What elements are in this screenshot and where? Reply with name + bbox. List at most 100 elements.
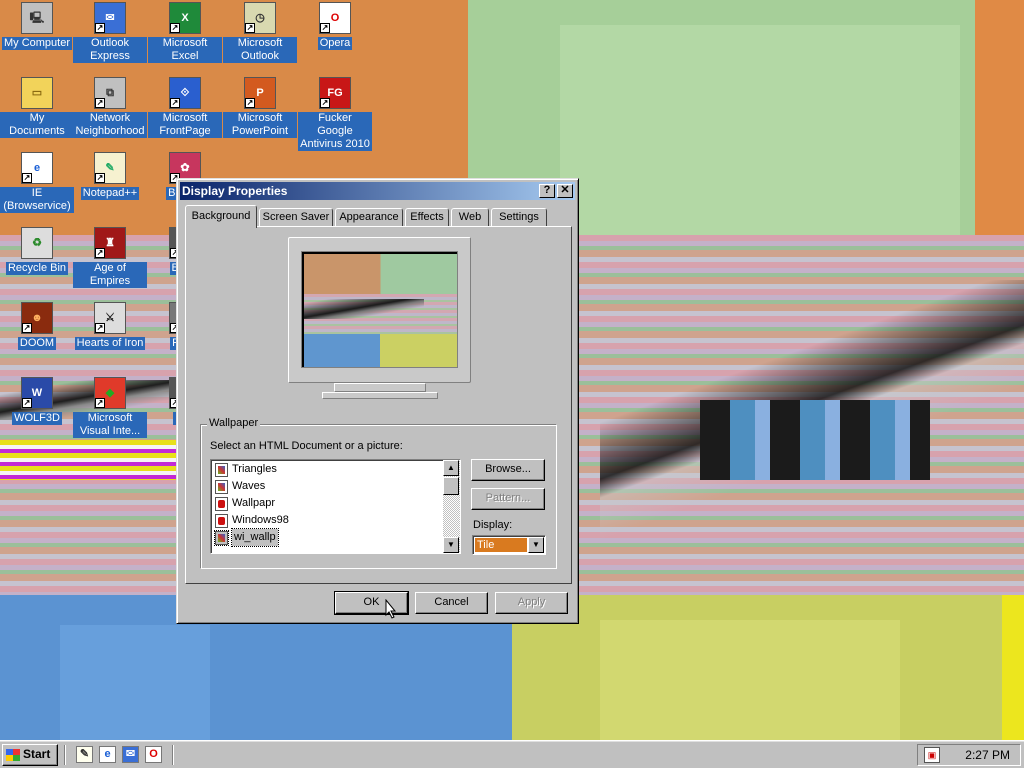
tab-settings[interactable]: Settings <box>491 208 547 227</box>
start-button[interactable]: Start <box>2 744 58 766</box>
desktop-icon[interactable]: ♻ Recycle Bin <box>0 227 74 275</box>
shortcut-arrow-icon: ↗ <box>95 23 105 33</box>
desktop-icon[interactable]: ✎ ↗ Notepad++ <box>73 152 147 200</box>
desktop-icon[interactable]: ✉ ↗ Outlook Express <box>73 2 147 63</box>
shortcut-arrow-icon: ↗ <box>245 23 255 33</box>
shortcut-arrow-icon: ↗ <box>95 98 105 108</box>
desktop-icon[interactable]: ⧉ ↗ Network Neighborhood <box>73 77 147 138</box>
desktop-icon-label: Opera <box>317 37 353 50</box>
desktop-icon[interactable]: ▭ My Documents <box>0 77 74 138</box>
frontpage-icon: ⟐ ↗ <box>169 77 201 109</box>
desktop-icon[interactable]: O ↗ Opera <box>298 2 372 50</box>
desktop-icon[interactable]: ☻ ↗ DOOM <box>0 302 74 350</box>
shortcut-arrow-icon: ↗ <box>22 398 32 408</box>
system-tray: ▣ 2:27 PM <box>917 744 1021 766</box>
show-desktop-icon[interactable]: ✎ <box>76 746 93 763</box>
mouse-cursor-icon <box>385 599 397 619</box>
tab-effects[interactable]: Effects <box>405 208 449 227</box>
list-item-label: Waves <box>232 480 266 492</box>
opera-icon[interactable]: O <box>145 746 162 763</box>
list-item[interactable]: Wallpapr <box>215 495 443 512</box>
desktop-icon-label: WOLF3D <box>12 412 62 425</box>
ok-button[interactable]: OK <box>334 591 409 615</box>
desktop-icon-label: Recycle Bin <box>5 262 69 275</box>
desktop-icon[interactable]: ♜ ↗ Age of Empires <box>73 227 147 288</box>
desktop-icon[interactable]: X ↗ Microsoft Excel <box>148 2 222 63</box>
list-item[interactable]: Triangles <box>215 461 443 478</box>
clock[interactable]: 2:27 PM <box>965 748 1010 762</box>
desktop-icon-label: Microsoft Visual Inte... <box>73 412 147 438</box>
recycle-bin-icon: ♻ <box>21 227 53 259</box>
list-item[interactable]: wi_wallp <box>214 528 443 547</box>
shortcut-arrow-icon: ↗ <box>22 173 32 183</box>
desktop-icon[interactable]: W ↗ WOLF3D <box>0 377 74 425</box>
shortcut-arrow-icon: ↗ <box>95 173 105 183</box>
desktop-icon-label: DOOM <box>17 337 57 350</box>
taskbar-divider <box>172 745 174 765</box>
list-item-label: Wallpapr <box>232 497 275 509</box>
list-item-label: wi_wallp <box>231 528 279 547</box>
dropdown-arrow-icon[interactable]: ▼ <box>528 537 544 553</box>
list-scrollbar[interactable]: ▲ ▼ <box>443 460 460 553</box>
desktop-icon[interactable]: FG ↗ Fucker Google Antivirus 2010 <box>298 77 372 151</box>
desktop-icon-label: Age of Empires <box>73 262 147 288</box>
cancel-button[interactable]: Cancel <box>415 592 488 614</box>
html-file-icon <box>215 513 228 528</box>
picture-file-icon <box>215 462 228 477</box>
internet-explorer-icon: e ↗ <box>21 152 53 184</box>
tab-appearance[interactable]: Appearance <box>335 208 403 227</box>
desktop-icon[interactable]: 🖳 My Computer <box>0 2 74 50</box>
scroll-down-button[interactable]: ▼ <box>443 537 459 553</box>
monitor-stand <box>322 392 438 399</box>
tray-volume-icon[interactable]: ▣ <box>924 747 940 763</box>
desktop-icon[interactable]: ◆ ↗ Microsoft Visual Inte... <box>73 377 147 438</box>
help-button[interactable]: ? <box>539 184 555 198</box>
desktop-icon-label: Microsoft FrontPage <box>148 112 222 138</box>
desktop-icon-label: IE (Browservice) <box>0 187 74 213</box>
shortcut-arrow-icon: ↗ <box>320 98 330 108</box>
shortcut-arrow-icon: ↗ <box>245 98 255 108</box>
title-bar[interactable]: Display Properties ? ✕ <box>180 182 575 200</box>
tab-web[interactable]: Web <box>451 208 489 227</box>
desktop-icon-label: Hearts of Iron <box>74 337 146 350</box>
browse-button[interactable]: Browse... <box>471 459 545 481</box>
desktop-icon-label: Fucker Google Antivirus 2010 <box>298 112 372 151</box>
ie-icon[interactable]: e <box>99 746 116 763</box>
desktop-icon-label: Notepad++ <box>80 187 140 200</box>
opera-icon: O ↗ <box>319 2 351 34</box>
visual-interdev-icon: ◆ ↗ <box>94 377 126 409</box>
desktop-icon[interactable]: ⟐ ↗ Microsoft FrontPage <box>148 77 222 138</box>
display-select-value: Tile <box>475 538 527 552</box>
desktop-icon-label: My Computer <box>1 37 73 50</box>
network-icon: ⧉ ↗ <box>94 77 126 109</box>
scroll-thumb[interactable] <box>443 477 459 495</box>
outlook-express-icon: ✉ ↗ <box>94 2 126 34</box>
desktop-icon[interactable]: P ↗ Microsoft PowerPoint <box>223 77 297 138</box>
shortcut-arrow-icon: ↗ <box>95 398 105 408</box>
tab-screen-saver[interactable]: Screen Saver <box>259 208 333 227</box>
wallpaper-group-label: Wallpaper <box>207 417 261 429</box>
windows-logo-icon <box>6 749 20 761</box>
monitor-preview <box>288 237 471 383</box>
scroll-up-button[interactable]: ▲ <box>443 460 459 476</box>
display-select[interactable]: Tile ▼ <box>472 535 546 555</box>
list-item[interactable]: Windows98 <box>215 512 443 529</box>
apply-button[interactable]: Apply <box>495 592 568 614</box>
desktop-icon[interactable]: ⚔ ↗ Hearts of Iron <box>73 302 147 350</box>
close-button[interactable]: ✕ <box>557 184 573 198</box>
desktop-icon[interactable]: ◷ ↗ Microsoft Outlook <box>223 2 297 63</box>
outlook-express-icon[interactable]: ✉ <box>122 746 139 763</box>
display-label: Display: <box>473 519 513 531</box>
hearts-of-iron-icon: ⚔ ↗ <box>94 302 126 334</box>
desktop-icon-label: Microsoft Outlook <box>223 37 297 63</box>
select-label: Select an HTML Document or a picture: <box>210 440 403 452</box>
list-item[interactable]: Waves <box>215 478 443 495</box>
desktop-icon[interactable]: e ↗ IE (Browservice) <box>0 152 74 213</box>
tab-background[interactable]: Background <box>185 205 257 228</box>
antivirus-icon: FG ↗ <box>319 77 351 109</box>
pattern-button[interactable]: Pattern... <box>471 488 545 510</box>
excel-icon: X ↗ <box>169 2 201 34</box>
wallpaper-group: Wallpaper Select an HTML Document or a p… <box>200 417 557 569</box>
wolf3d-icon: W ↗ <box>21 377 53 409</box>
wallpaper-list[interactable]: Triangles Waves Wallpapr Windows98 wi_wallp … <box>210 459 461 554</box>
